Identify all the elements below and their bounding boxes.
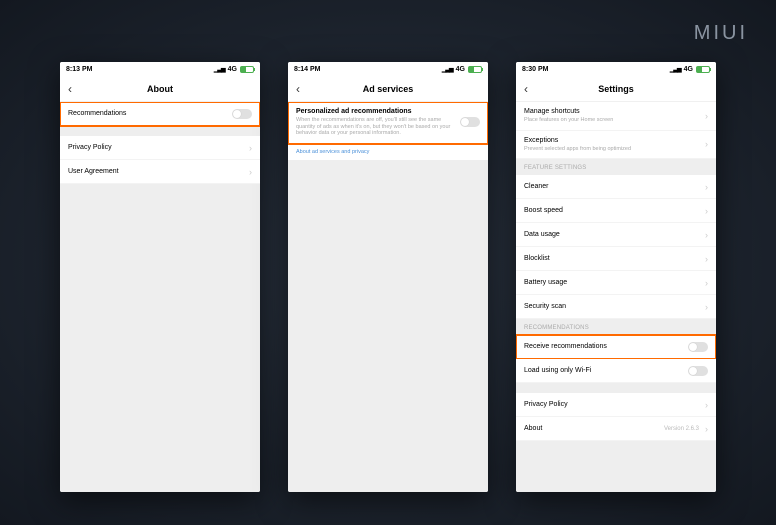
row-subtext: Place features on your Home screen [524,117,701,124]
recommendations-row[interactable]: Recommendations [60,102,260,126]
row-label: Recommendations [68,110,232,117]
status-icons: ▁▃▅ 4G [442,66,482,73]
row-subtext: Prevent selected apps from being optimiz… [524,146,701,153]
chevron-right-icon: › [705,139,708,149]
row-label: Cleaner [524,183,701,190]
chevron-right-icon: › [705,182,708,192]
row-label: About [524,425,664,432]
signal-icon: ▁▃▅ [214,66,225,73]
personalized-ads-toggle[interactable] [460,117,480,127]
status-bar: 8:14 PM ▁▃▅ 4G [288,62,488,76]
blocklist-row[interactable]: Blocklist › [516,247,716,271]
row-label: Data usage [524,231,701,238]
battery-icon [468,66,482,73]
content: Manage shortcuts Place features on your … [516,102,716,492]
chevron-right-icon: › [705,254,708,264]
wifi-only-toggle[interactable] [688,366,708,376]
phone-ad-services: 8:14 PM ▁▃▅ 4G ‹ Ad services Personalize… [288,62,488,492]
battery-usage-row[interactable]: Battery usage › [516,271,716,295]
titlebar: ‹ About [60,76,260,102]
manage-shortcuts-row[interactable]: Manage shortcuts Place features on your … [516,102,716,131]
phone-row: 8:13 PM ▁▃▅ 4G ‹ About Recommendations P… [0,0,776,492]
row-label: Battery usage [524,279,701,286]
chevron-right-icon: › [705,111,708,121]
battery-icon [240,66,254,73]
security-scan-row[interactable]: Security scan › [516,295,716,319]
chevron-right-icon: › [705,302,708,312]
row-label: Blocklist [524,255,701,262]
user-agreement-row[interactable]: User Agreement › [60,160,260,184]
phone-settings: 8:30 PM ▁▃▅ 4G ‹ Settings Manage shortcu… [516,62,716,492]
phone-about: 8:13 PM ▁▃▅ 4G ‹ About Recommendations P… [60,62,260,492]
back-button[interactable]: ‹ [524,82,528,96]
cleaner-row[interactable]: Cleaner › [516,175,716,199]
page-title: Settings [598,84,634,94]
back-button[interactable]: ‹ [68,82,72,96]
battery-icon [696,66,710,73]
page-title: Ad services [363,84,414,94]
chevron-right-icon: › [705,424,708,434]
status-time: 8:14 PM [294,66,320,73]
personalized-ads-row[interactable]: Personalized ad recommendations When the… [288,102,488,144]
recommendations-toggle[interactable] [232,109,252,119]
page-title: About [147,84,173,94]
about-ad-services-link[interactable]: About ad services and privacy [288,144,488,160]
row-label: Privacy Policy [524,401,701,408]
exceptions-row[interactable]: Exceptions Prevent selected apps from be… [516,131,716,160]
content: Personalized ad recommendations When the… [288,102,488,492]
boost-speed-row[interactable]: Boost speed › [516,199,716,223]
receive-recommendations-toggle[interactable] [688,342,708,352]
chevron-right-icon: › [705,206,708,216]
miui-logo: MIUI [694,22,748,45]
network-label: 4G [456,66,465,73]
row-label: Security scan [524,303,701,310]
receive-recommendations-row[interactable]: Receive recommendations [516,335,716,359]
section-header-recommendations: RECOMMENDATIONS [516,319,716,335]
signal-icon: ▁▃▅ [670,66,681,73]
about-version: Version 2.6.3 [664,426,699,432]
section-header-features: FEATURE SETTINGS [516,159,716,175]
data-usage-row[interactable]: Data usage › [516,223,716,247]
status-icons: ▁▃▅ 4G [214,66,254,73]
signal-icon: ▁▃▅ [442,66,453,73]
status-time: 8:30 PM [522,66,548,73]
row-label: Boost speed [524,207,701,214]
chevron-right-icon: › [249,167,252,177]
row-label: User Agreement [68,168,245,175]
chevron-right-icon: › [705,400,708,410]
titlebar: ‹ Ad services [288,76,488,102]
chevron-right-icon: › [705,278,708,288]
status-time: 8:13 PM [66,66,92,73]
privacy-policy-row[interactable]: Privacy Policy › [516,393,716,417]
chevron-right-icon: › [705,230,708,240]
network-label: 4G [228,66,237,73]
about-row[interactable]: About Version 2.6.3 › [516,417,716,441]
chevron-right-icon: › [249,143,252,153]
status-bar: 8:13 PM ▁▃▅ 4G [60,62,260,76]
status-bar: 8:30 PM ▁▃▅ 4G [516,62,716,76]
row-label: Manage shortcuts [524,108,701,115]
row-label: Receive recommendations [524,343,688,350]
row-label: Load using only Wi-Fi [524,367,688,374]
privacy-row[interactable]: Privacy Policy › [60,136,260,160]
status-icons: ▁▃▅ 4G [670,66,710,73]
network-label: 4G [684,66,693,73]
row-subtext: When the recommendations are off, you'll… [296,117,460,137]
content: Recommendations Privacy Policy › User Ag… [60,102,260,492]
row-label: Personalized ad recommendations [296,108,460,115]
back-button[interactable]: ‹ [296,82,300,96]
titlebar: ‹ Settings [516,76,716,102]
wifi-only-row[interactable]: Load using only Wi-Fi [516,359,716,383]
row-label: Exceptions [524,137,701,144]
row-label: Privacy Policy [68,144,245,151]
